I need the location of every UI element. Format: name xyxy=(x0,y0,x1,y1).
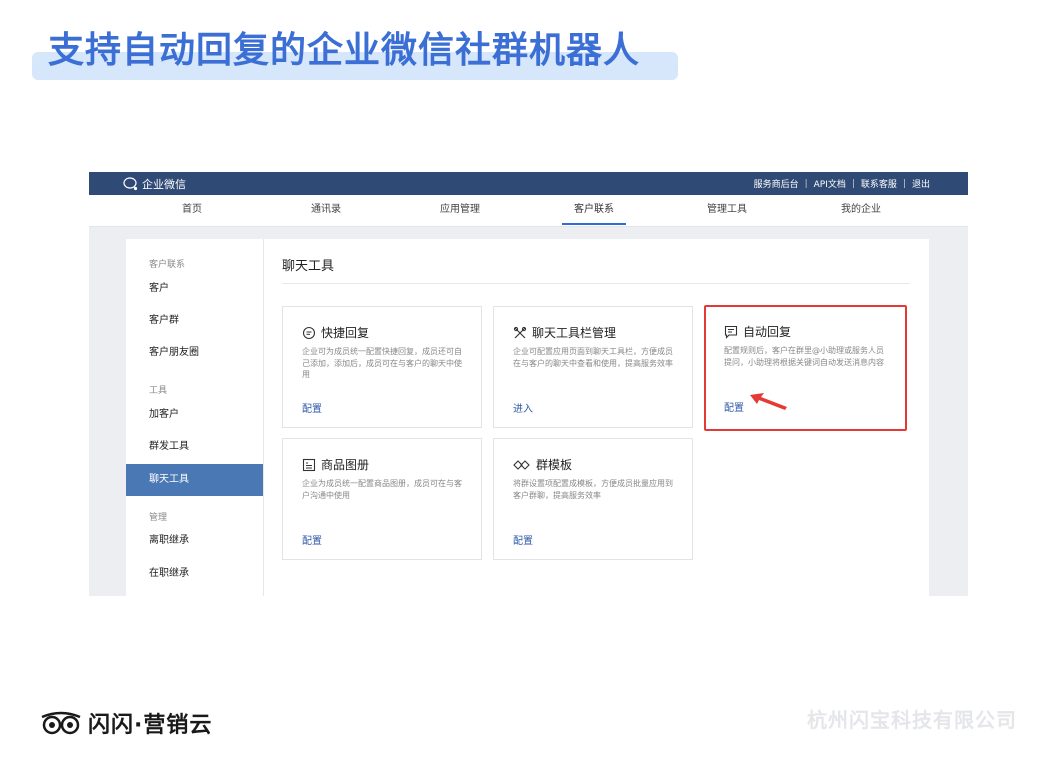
card-product-album: 商品图册 企业为成员统一配置商品图册，成员可在与客户沟通中使用 配置 xyxy=(282,438,482,560)
link-api-docs[interactable]: API文档 xyxy=(814,177,846,190)
card-header: 自动回复 xyxy=(724,323,791,340)
separator: | xyxy=(851,178,855,189)
main-nav: 首页 通讯录 应用管理 客户联系 管理工具 我的企业 xyxy=(89,195,968,227)
top-bar: 企业微信 服务商后台 | API文档 | 联系客服 | 退出 xyxy=(89,172,968,195)
sidebar-item-mass-messaging[interactable]: 群发工具 xyxy=(126,431,263,463)
nav-my-enterprise[interactable]: 我的企业 xyxy=(821,195,901,226)
card-title: 自动回复 xyxy=(743,325,792,339)
auto-reply-icon xyxy=(724,325,738,339)
separator: | xyxy=(804,178,808,189)
link-provider-backend[interactable]: 服务商后台 xyxy=(754,177,799,190)
configure-link[interactable]: 配置 xyxy=(724,399,744,414)
footer-company: 杭州闪宝科技有限公司 xyxy=(807,708,1017,732)
template-icon xyxy=(513,458,531,472)
configure-link[interactable]: 配置 xyxy=(513,532,533,547)
card-header: 聊天工具栏管理 xyxy=(513,324,616,341)
card-description: 配置规则后，客户在群里@小助理或服务人员提问，小助理将根据关键词自动发送消息内容 xyxy=(724,346,884,367)
separator: | xyxy=(902,178,906,189)
wecom-logo-icon xyxy=(123,176,138,190)
card-header: 快捷回复 xyxy=(302,324,369,341)
slide-title: 支持自动回复的企业微信社群机器人 xyxy=(48,30,641,71)
sidebar-item-chat-tools[interactable]: 聊天工具 xyxy=(126,464,263,496)
sidebar-item-active-inheritance[interactable]: 在职继承 xyxy=(126,558,263,590)
page-title: 聊天工具 xyxy=(282,259,335,274)
card-title: 群模板 xyxy=(536,458,573,472)
sidebar-group-customer-contact: 客户联系 xyxy=(149,260,186,270)
card-header: 群模板 xyxy=(513,456,572,473)
sidebar-item-add-customer[interactable]: 加客户 xyxy=(126,399,263,431)
link-contact-support[interactable]: 联系客服 xyxy=(861,177,897,190)
sidebar-group-tools: 工具 xyxy=(149,386,168,396)
nav-app-management[interactable]: 应用管理 xyxy=(420,195,500,226)
card-header: 商品图册 xyxy=(302,456,369,473)
card-quick-reply: 快捷回复 企业可为成员统一配置快捷回复，成员还可自己添加，添加后，成员可在与客户… xyxy=(282,306,482,428)
card-title: 聊天工具栏管理 xyxy=(532,326,617,340)
chat-bubble-icon xyxy=(302,326,316,340)
enter-link[interactable]: 进入 xyxy=(513,400,533,415)
card-chat-toolbar: 聊天工具栏管理 企业可配置应用页面到聊天工具栏，方便成员在与客户的聊天中查看和使… xyxy=(493,306,693,428)
card-description: 将群设置项配置成模板，方便成员批量应用到客户群聊，提高服务效率 xyxy=(513,479,673,500)
footer-brand: 闪闪·营销云 xyxy=(88,713,213,738)
wecom-admin-window: 企业微信 服务商后台 | API文档 | 联系客服 | 退出 首页 通讯录 应用… xyxy=(89,172,968,596)
footer-logo: 闪闪·营销云 xyxy=(40,707,212,739)
album-icon xyxy=(302,458,316,472)
nav-contacts[interactable]: 通讯录 xyxy=(286,195,366,226)
sidebar: 客户联系 客户 客户群 客户朋友圈 工具 加客户 群发工具 聊天工具 管理 离职… xyxy=(126,239,264,596)
card-auto-reply: 自动回复 配置规则后，客户在群里@小助理或服务人员提问，小助理将根据关键词自动发… xyxy=(704,305,907,431)
red-arrow-annotation xyxy=(750,393,787,410)
card-description: 企业可配置应用页面到聊天工具栏，方便成员在与客户的聊天中查看和使用，提高服务效率 xyxy=(513,347,673,368)
sidebar-item-customer-groups[interactable]: 客户群 xyxy=(126,305,263,337)
nav-home[interactable]: 首页 xyxy=(152,195,232,226)
slide-title-block: 支持自动回复的企业微信社群机器人 xyxy=(32,26,678,80)
sidebar-group-management: 管理 xyxy=(149,513,168,523)
brand[interactable]: 企业微信 xyxy=(123,172,186,195)
owl-logo-icon xyxy=(41,711,81,735)
divider xyxy=(282,283,910,284)
brand-name: 企业微信 xyxy=(142,177,186,191)
sidebar-item-customers[interactable]: 客户 xyxy=(126,273,263,305)
main-panel: 客户联系 客户 客户群 客户朋友圈 工具 加客户 群发工具 聊天工具 管理 离职… xyxy=(126,239,929,596)
nav-customer-contact[interactable]: 客户联系 xyxy=(554,195,634,226)
configure-link[interactable]: 配置 xyxy=(302,532,322,547)
top-links: 服务商后台 | API文档 | 联系客服 | 退出 xyxy=(754,172,930,195)
link-logout[interactable]: 退出 xyxy=(912,177,930,190)
tools-icon xyxy=(513,326,527,340)
sidebar-item-moments[interactable]: 客户朋友圈 xyxy=(126,337,263,369)
card-description: 企业可为成员统一配置快捷回复，成员还可自己添加，添加后，成员可在与客户的聊天中使… xyxy=(302,347,462,379)
configure-link[interactable]: 配置 xyxy=(302,400,322,415)
card-title: 商品图册 xyxy=(321,458,370,472)
nav-management-tools[interactable]: 管理工具 xyxy=(687,195,767,226)
card-description: 企业为成员统一配置商品图册，成员可在与客户沟通中使用 xyxy=(302,479,462,500)
card-group-template: 群模板 将群设置项配置成模板，方便成员批量应用到客户群聊，提高服务效率 配置 xyxy=(493,438,693,560)
sidebar-item-resigned-inheritance[interactable]: 离职继承 xyxy=(126,525,263,557)
card-title: 快捷回复 xyxy=(321,326,370,340)
